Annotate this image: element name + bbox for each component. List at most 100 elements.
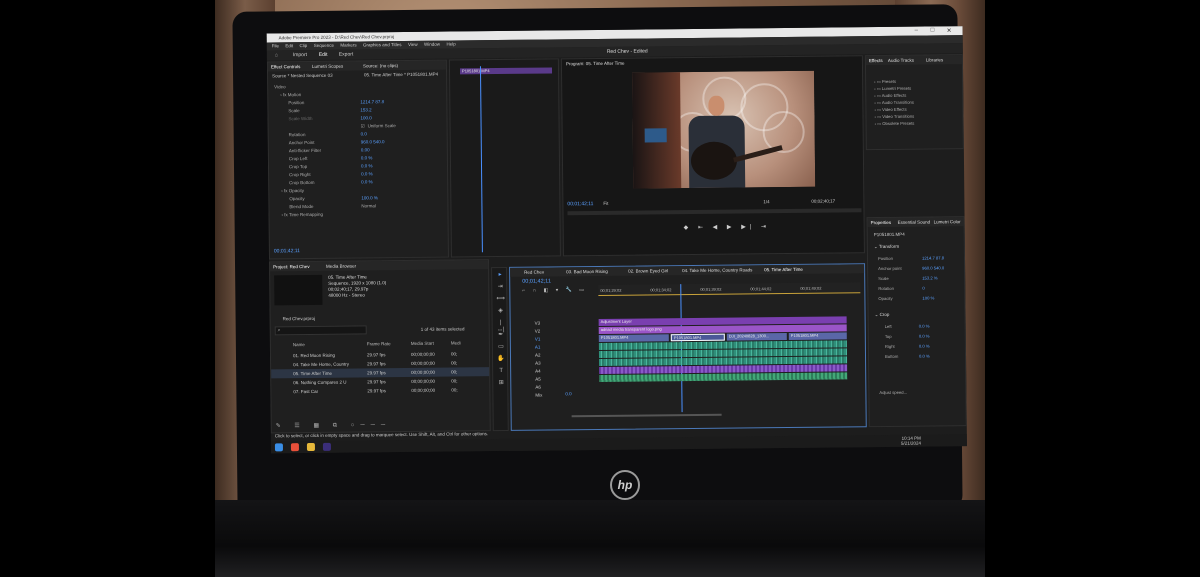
program-timecode[interactable]: 00;01;42;11 xyxy=(567,201,593,207)
transport-controls[interactable]: ◆ ⇤ ◀ ▶ ▶| ⇥ xyxy=(684,223,770,231)
timeline-toggles[interactable]: ⌐ ∩ ◧ ▾ 🔧 ▭ xyxy=(522,287,587,294)
clip-thumbnail xyxy=(274,274,323,306)
windows-start-icon[interactable] xyxy=(274,443,283,452)
audio-clip-a5[interactable] xyxy=(599,372,848,382)
adjust-speed-link[interactable]: Adjust speed... xyxy=(879,390,907,395)
type-icon[interactable]: T xyxy=(497,368,505,375)
track-label[interactable]: A4 xyxy=(535,368,542,376)
tab-source[interactable]: Source: (no clips) xyxy=(363,63,398,68)
track-label[interactable]: A5 xyxy=(535,376,542,384)
seq-tab-active[interactable]: 05. Time After Time xyxy=(764,267,803,272)
tab-effect-controls[interactable]: Effect Controls xyxy=(271,64,300,69)
project-toolbar[interactable]: ✎ ☰ ▦ ⧉ ○─── xyxy=(276,421,391,430)
track-label[interactable]: A2 xyxy=(535,352,542,360)
ripple-edit-icon[interactable]: ⟺ xyxy=(496,296,505,303)
v1-clip[interactable]: DJI_20240828_1300... xyxy=(726,333,787,341)
v1-clip-selected[interactable]: P1051801.MP4 xyxy=(670,333,725,342)
items-selected: 1 of 43 items selected xyxy=(420,326,465,332)
tools-panel: ▸ ⇥ ⟺ ◈ |↔| ✒ ▭ ✋ T ⊞ xyxy=(491,266,509,432)
menu-markers[interactable]: Markers xyxy=(340,43,356,48)
track-label[interactable]: A1 xyxy=(535,344,542,352)
ec-row[interactable]: › fx Time Remapping xyxy=(275,211,443,221)
menu-sequence[interactable]: Sequence xyxy=(314,43,334,48)
menu-view[interactable]: View xyxy=(408,42,418,47)
transform-section[interactable]: ⌄ Transform xyxy=(874,244,899,250)
slip-icon[interactable]: |↔| xyxy=(497,320,505,333)
track-label[interactable]: V2 xyxy=(535,328,542,336)
crop-section[interactable]: ⌄ Crop xyxy=(875,312,890,318)
brave-browser-icon[interactable] xyxy=(290,443,299,452)
premiere-taskbar-icon[interactable] xyxy=(322,442,331,451)
selection-tool-icon[interactable]: ▸ xyxy=(496,272,504,279)
clock[interactable]: 10:14 PM 5/21/2024 xyxy=(901,436,921,446)
program-duration: 00;02;40;17 xyxy=(811,198,836,204)
tab-lumetri-color[interactable]: Lumetri Color xyxy=(934,219,961,224)
v1-clip[interactable]: P1051801.MP4 xyxy=(788,332,847,341)
ec-keyframe-area[interactable]: P1051801.MP4 xyxy=(448,58,561,258)
project-panel: Project: Red Chev Media Browser 05. Time… xyxy=(268,259,491,434)
pen-icon[interactable]: ✒ xyxy=(497,332,505,339)
fit-dropdown[interactable]: Fit xyxy=(603,201,608,206)
col-name[interactable]: Name xyxy=(293,342,305,347)
file-explorer-icon[interactable] xyxy=(306,442,315,452)
effects-item[interactable]: › ▭ Obsolete Presets xyxy=(875,120,915,127)
menu-graphics[interactable]: Graphics and Titles xyxy=(363,42,402,47)
project-search-input[interactable]: ⌕ xyxy=(274,325,367,336)
program-scrubber[interactable] xyxy=(567,208,862,216)
tab-lumetri-scopes[interactable]: Lumetri Scopes xyxy=(312,64,343,69)
zoom-icon[interactable]: ⊞ xyxy=(497,380,505,387)
menu-file[interactable]: File xyxy=(272,43,279,48)
source-label: Source * Nested Sequence 03 xyxy=(272,72,333,79)
ruler-tick: 00;01;34;02 xyxy=(650,287,672,293)
track-label[interactable]: A3 xyxy=(535,360,542,368)
list-item[interactable]: 07. Fast Car 29.97 fps 00;00;00;00 00; xyxy=(271,385,489,396)
crop-row[interactable]: Bottom 0.0 % xyxy=(885,351,963,362)
track-label[interactable]: Mix xyxy=(535,392,542,400)
track-select-icon[interactable]: ⇥ xyxy=(496,284,504,291)
timeline-hscroll[interactable] xyxy=(571,413,722,418)
v1-clip[interactable]: P1051801.MP4 xyxy=(598,334,669,342)
track-label[interactable]: V3 xyxy=(535,320,542,328)
maximize-icon[interactable]: □ xyxy=(931,27,935,33)
seq-tab[interactable]: Red Chev xyxy=(524,270,544,275)
mix-value[interactable]: 0.0 xyxy=(565,391,571,396)
col-frame-rate[interactable]: Frame Rate xyxy=(367,341,391,346)
menu-clip[interactable]: Clip xyxy=(300,43,308,48)
workspace-import[interactable]: Import xyxy=(293,52,307,58)
home-icon[interactable]: ⌂ xyxy=(275,52,278,58)
tab-effects[interactable]: Effects xyxy=(869,58,883,63)
workspace-edit[interactable]: Edit xyxy=(319,52,328,58)
seq-tab[interactable]: 03. Bad Moon Rising xyxy=(566,269,608,274)
tab-audio-tracks[interactable]: Audio Tracks xyxy=(888,58,914,63)
seq-tab[interactable]: 02. Brown Eyed Girl xyxy=(628,268,668,273)
window-title: Adobe Premiere Pro 2023 - D:\Red Chev\Re… xyxy=(278,34,395,41)
col-media-end[interactable]: Medi xyxy=(451,340,461,345)
prop-row[interactable]: Opacity 100 % xyxy=(878,293,962,304)
ec-playhead[interactable] xyxy=(479,66,483,253)
col-media-start[interactable]: Media Start xyxy=(411,341,434,346)
track-label[interactable]: A6 xyxy=(535,384,542,392)
tab-properties[interactable]: Properties xyxy=(871,220,892,225)
project-columns: Name Frame Rate Media Start Medi xyxy=(271,338,489,349)
tab-libraries[interactable]: Libraries xyxy=(926,57,943,62)
tab-essential-sound[interactable]: Essential Sound xyxy=(898,220,931,225)
close-icon[interactable]: ✕ xyxy=(947,27,952,34)
seq-tab[interactable]: 04. Take Me Home, Country Roads xyxy=(682,267,752,273)
effect-rows: Video › fx Motion Position 1214.7 87.8 Sc… xyxy=(274,83,443,221)
tab-project[interactable]: Project: Red Chev xyxy=(273,264,310,269)
minimize-icon[interactable]: – xyxy=(915,28,918,34)
effects-panel: Effects Audio Tracks Libraries › ▭ Prese… xyxy=(864,54,964,151)
ec-timecode[interactable]: 00;01;42;11 xyxy=(274,248,300,254)
tab-media-browser[interactable]: Media Browser xyxy=(326,264,356,269)
workspace-export[interactable]: Export xyxy=(339,52,354,58)
menu-help[interactable]: Help xyxy=(446,41,455,46)
menu-window[interactable]: Window xyxy=(424,42,440,47)
project-tabs: Project: Red Chev Media Browser xyxy=(270,260,489,272)
hand-icon[interactable]: ✋ xyxy=(497,356,505,363)
track-label[interactable]: V1 xyxy=(535,336,542,344)
menu-edit[interactable]: Edit xyxy=(285,43,293,48)
razor-icon[interactable]: ◈ xyxy=(496,308,504,315)
rectangle-icon[interactable]: ▭ xyxy=(497,344,505,351)
timeline-timecode[interactable]: 00;01;42;11 xyxy=(522,278,551,284)
quality-dropdown[interactable]: 1/4 xyxy=(763,199,769,204)
